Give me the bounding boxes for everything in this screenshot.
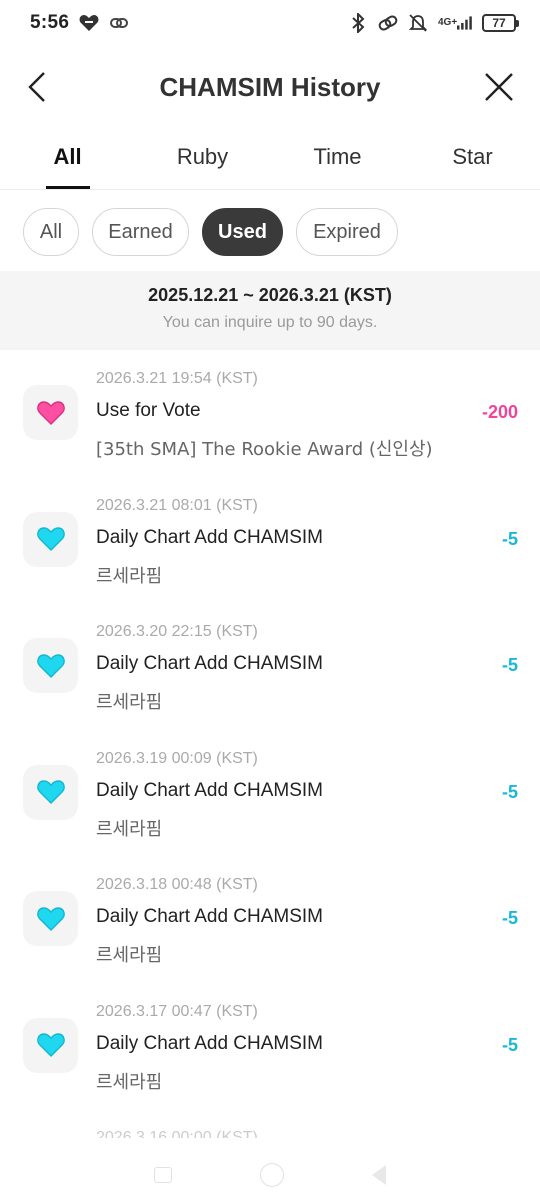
item-title: Daily Chart Add CHAMSIM: [96, 779, 324, 801]
item-time: 2026.3.18 00:48 (KST): [96, 876, 258, 893]
item-title: Daily Chart Add CHAMSIM: [96, 653, 324, 674]
item-subtitle: 르세라핌: [96, 692, 163, 713]
filter-earned-chip[interactable]: Earned: [92, 208, 189, 256]
history-list: 2026.3.21 19:54 (KST) Use for Vote [35th…: [0, 350, 540, 1109]
partial-item-time: 2026.3.16 00:00 (KST): [96, 1130, 258, 1138]
cyan-heart-icon: [23, 638, 78, 693]
clock: 5:56: [30, 12, 70, 33]
item-time: 2026.3.21 19:54 (KST): [96, 370, 258, 387]
cyan-heart-icon: [23, 891, 78, 946]
filter-all-chip[interactable]: All: [23, 208, 79, 256]
cyan-heart-icon: [23, 511, 78, 567]
filter-used-chip[interactable]: Used: [202, 208, 283, 256]
cyan-heart-icon: [23, 1017, 78, 1073]
item-amount: -5: [501, 655, 518, 675]
chevron-left-icon[interactable]: [24, 70, 54, 104]
item-amount: -200: [481, 402, 518, 422]
date-range: 2025.12.21 ~ 2026.3.21 (KST): [148, 285, 392, 305]
item-subtitle: 르세라핌: [96, 945, 163, 966]
item-subtitle: 르세라핌: [96, 565, 163, 587]
header: CHAMSIM History: [0, 52, 540, 122]
home-icon[interactable]: [260, 1163, 284, 1187]
item-title: Use for Vote: [96, 400, 201, 421]
list-item[interactable]: 2026.3.21 19:54 (KST) Use for Vote [35th…: [0, 350, 540, 477]
list-item[interactable]: 2026.3.18 00:48 (KST) Daily Chart Add CH…: [0, 856, 540, 983]
status-bar: 5:56 4G+ 77: [0, 0, 540, 46]
list-item[interactable]: 2026.3.19 00:09 (KST) Daily Chart Add CH…: [0, 730, 540, 857]
recent-apps-icon[interactable]: [154, 1167, 172, 1183]
item-amount: -5: [501, 528, 518, 549]
tab-ruby[interactable]: Ruby: [135, 124, 270, 189]
list-item[interactable]: 2026.3.17 00:47 (KST) Daily Chart Add CH…: [0, 983, 540, 1110]
filter-expired-chip[interactable]: Expired: [296, 208, 398, 256]
link-icon: [109, 13, 129, 33]
tab-time[interactable]: Time: [270, 124, 405, 189]
item-amount: -5: [501, 781, 518, 802]
item-subtitle: 르세라핌: [96, 1071, 163, 1093]
item-time: 2026.3.19 00:09 (KST): [96, 749, 258, 767]
pink-heart-icon: [23, 385, 78, 440]
app-heart-icon: [79, 13, 99, 33]
back-icon[interactable]: [372, 1165, 386, 1185]
date-range-note: You can inquire up to 90 days.: [162, 314, 378, 331]
item-amount: -5: [501, 1034, 518, 1055]
mute-bell-icon: [408, 13, 428, 33]
item-title: Daily Chart Add CHAMSIM: [96, 906, 324, 927]
item-time: 2026.3.17 00:47 (KST): [96, 1002, 258, 1020]
tab-star[interactable]: Star: [405, 124, 540, 189]
tab-all[interactable]: All: [0, 124, 135, 189]
filter-chips: All Earned Used Expired: [23, 208, 398, 256]
item-title: Daily Chart Add CHAMSIM: [96, 1032, 324, 1054]
cyan-heart-icon: [23, 764, 78, 820]
network-type: 4G+: [438, 17, 458, 28]
date-range-panel: 2025.12.21 ~ 2026.3.21 (KST) You can inq…: [0, 271, 540, 350]
item-time: 2026.3.21 08:01 (KST): [96, 496, 258, 514]
battery-icon: 77: [482, 14, 519, 32]
page-title: CHAMSIM History: [159, 71, 381, 102]
tab-bar: All Ruby Time Star: [0, 124, 540, 190]
list-item[interactable]: 2026.3.21 08:01 (KST) Daily Chart Add CH…: [0, 477, 540, 604]
item-subtitle: [35th SMA] The Rookie Award (신인상): [96, 439, 433, 460]
bluetooth-icon: [348, 13, 368, 33]
system-nav-bar: [0, 1150, 540, 1200]
item-title: Daily Chart Add CHAMSIM: [96, 526, 324, 548]
item-subtitle: 르세라핌: [96, 818, 163, 840]
list-item[interactable]: 2026.3.20 22:15 (KST) Daily Chart Add CH…: [0, 603, 540, 730]
link-icon: [378, 13, 398, 33]
item-amount: -5: [501, 908, 518, 928]
close-icon[interactable]: [482, 70, 516, 104]
item-time: 2026.3.20 22:15 (KST): [96, 623, 258, 640]
signal-icon: 4G+: [438, 13, 472, 33]
